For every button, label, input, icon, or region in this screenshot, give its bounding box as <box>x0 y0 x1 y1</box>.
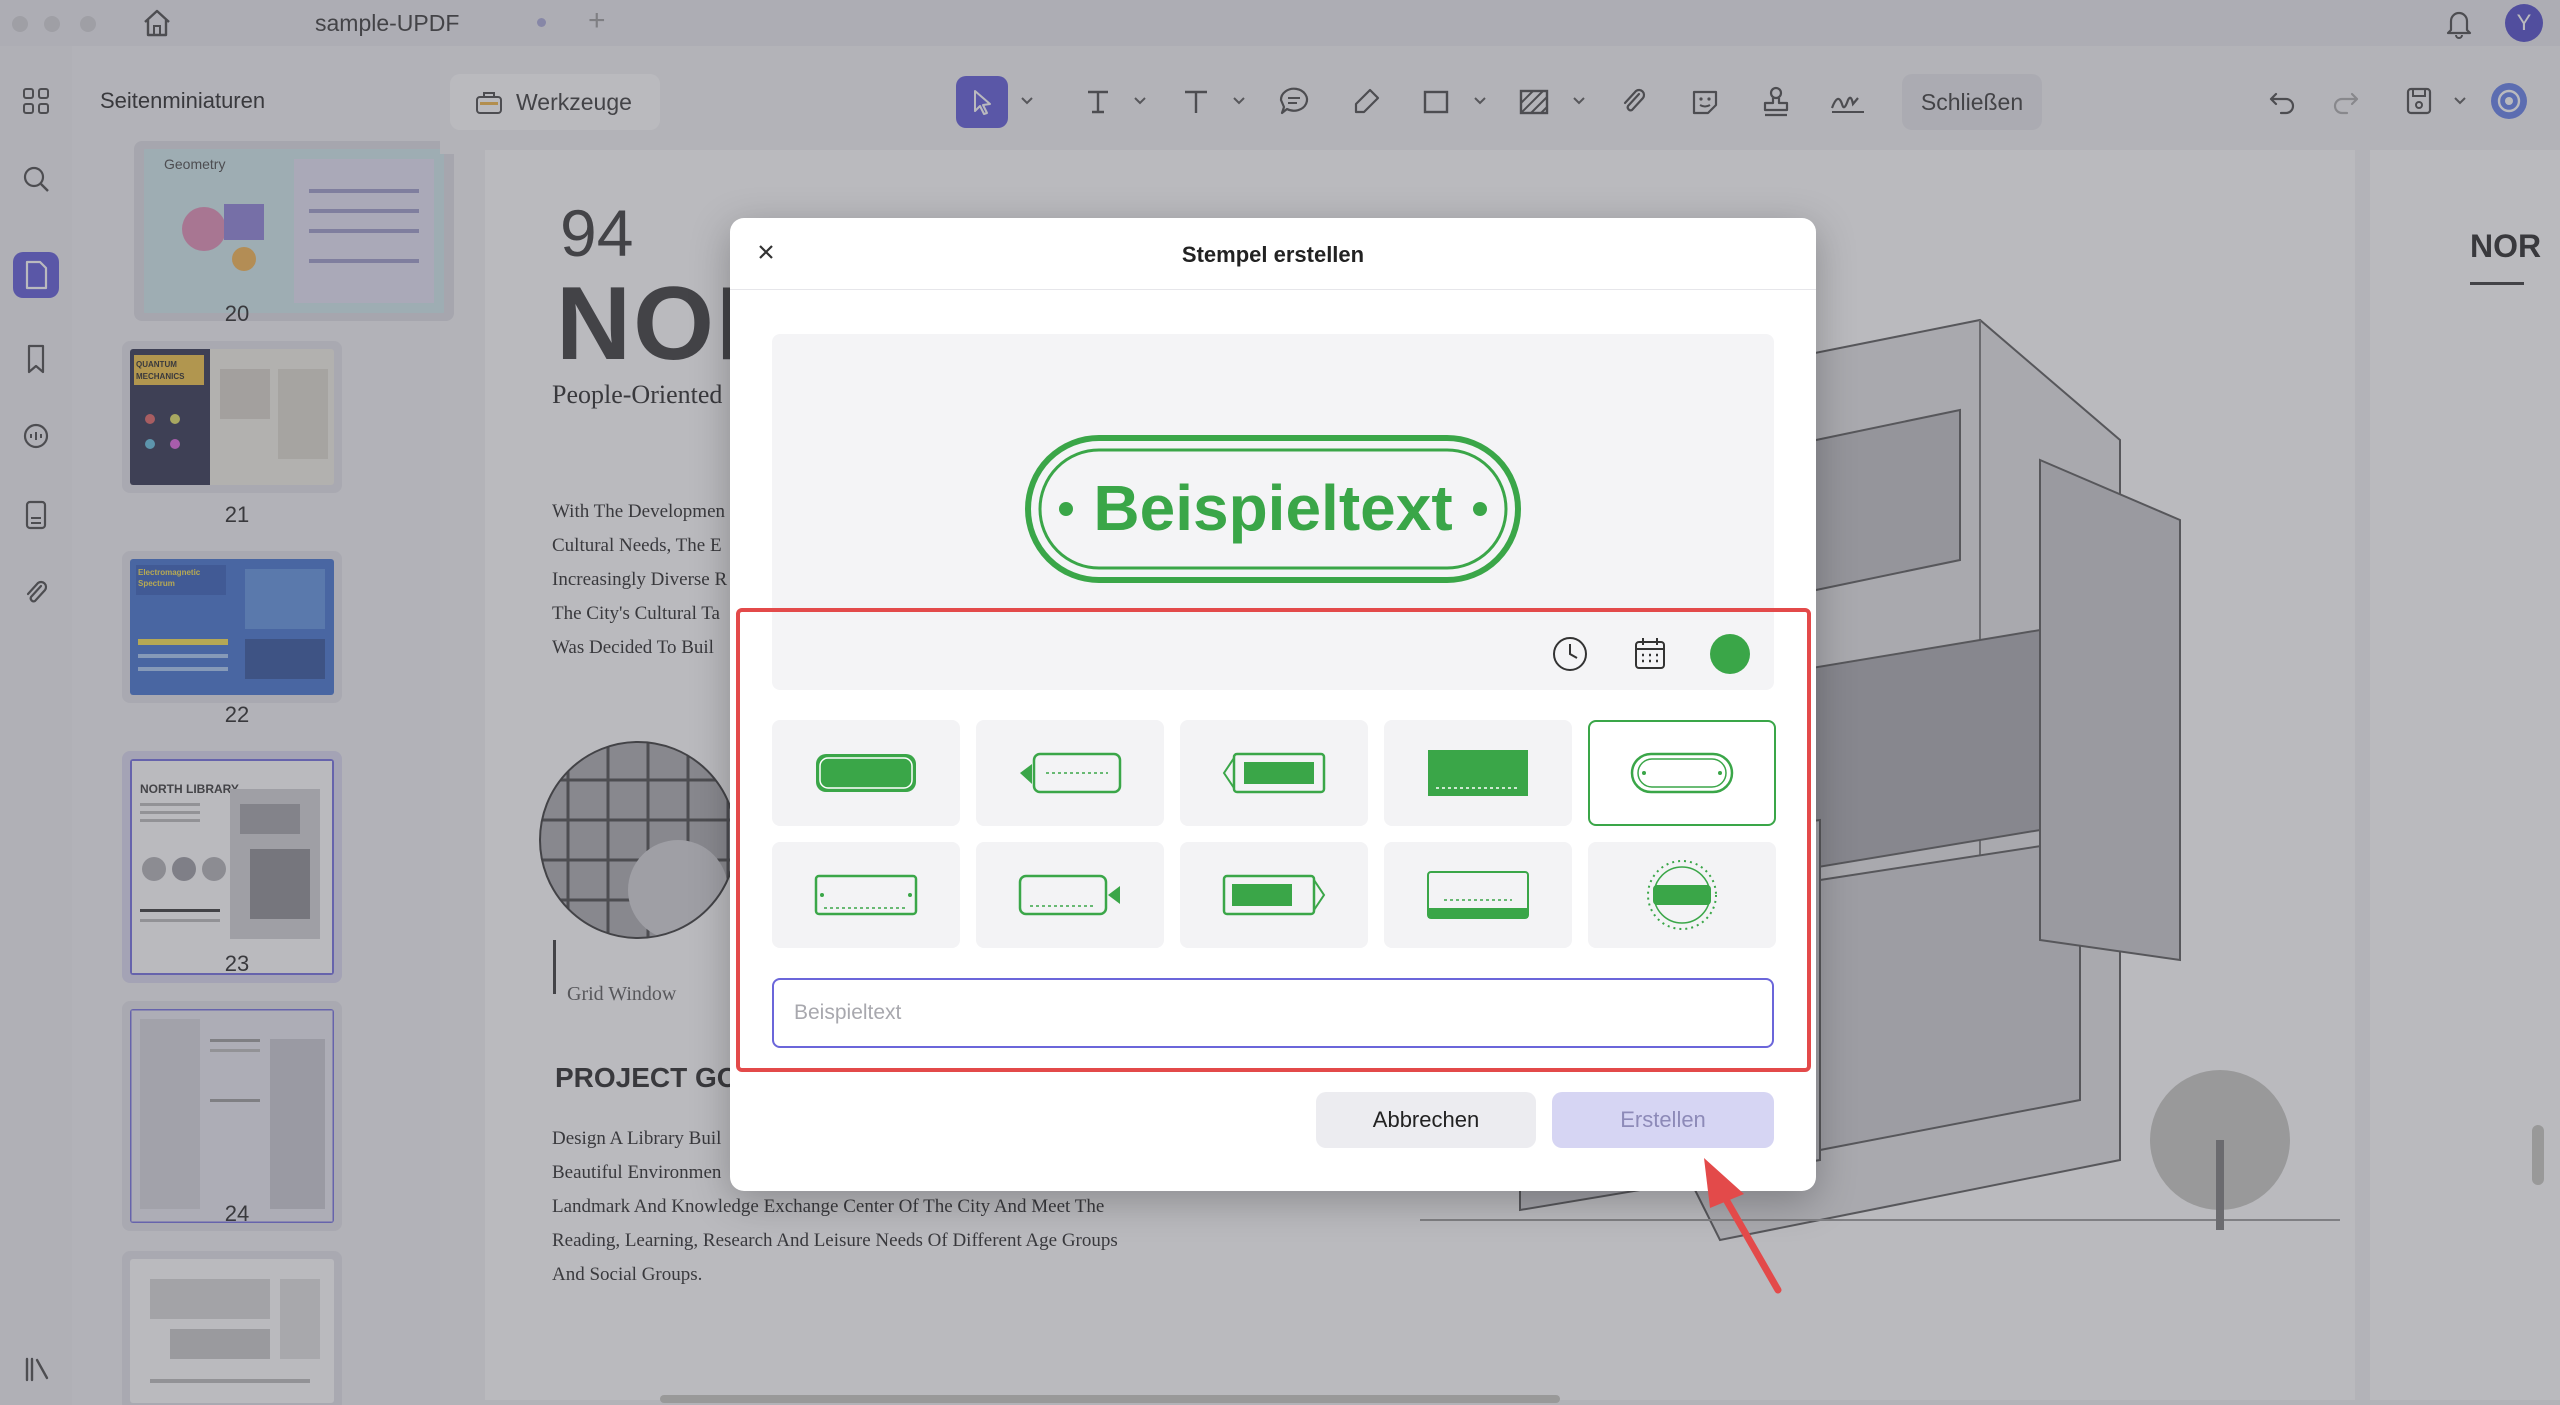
stamp-preview-text: Beispieltext <box>1093 472 1452 544</box>
calendar-icon[interactable] <box>1630 634 1670 674</box>
horizontal-scrollbar[interactable] <box>660 1395 1560 1403</box>
stamp-style-icon <box>1020 752 1122 794</box>
cancel-button[interactable]: Abbrechen <box>1316 1092 1536 1148</box>
dialog-header: Stempel erstellen <box>730 218 1816 290</box>
stamp-preview: Beispieltext <box>1025 435 1521 583</box>
stamp-style-icon <box>1647 860 1717 930</box>
vertical-scrollbar[interactable] <box>2532 1125 2544 1185</box>
stamp-preview-area: Beispieltext <box>772 334 1774 690</box>
create-button[interactable]: Erstellen <box>1552 1092 1774 1148</box>
stamp-style-icon <box>816 754 916 792</box>
stamp-style-4[interactable] <box>1384 720 1572 826</box>
stamp-style-9[interactable] <box>1384 842 1572 948</box>
stamp-style-icon <box>1630 752 1734 794</box>
stamp-style-icon <box>1427 871 1529 919</box>
dialog-title: Stempel erstellen <box>1181 242 1365 267</box>
stamp-style-icon <box>814 874 918 916</box>
stamp-style-10[interactable] <box>1588 842 1776 948</box>
stamp-style-6[interactable] <box>772 842 960 948</box>
stamp-text-input[interactable] <box>772 978 1774 1048</box>
stamp-style-icon <box>1018 874 1120 916</box>
stamp-style-7[interactable] <box>976 842 1164 948</box>
stamp-style-icon <box>1222 874 1326 916</box>
create-stamp-dialog: Stempel erstellen Beispieltext Beispielt… <box>730 218 1816 1191</box>
stamp-style-3[interactable] <box>1180 720 1368 826</box>
stamp-style-1[interactable] <box>772 720 960 826</box>
stamp-style-2[interactable] <box>976 720 1164 826</box>
stamp-options <box>1550 634 1750 674</box>
clock-icon[interactable] <box>1550 634 1590 674</box>
annotation-arrow <box>1704 1158 1782 1294</box>
stamp-style-icon <box>1222 752 1326 794</box>
stamp-style-8[interactable] <box>1180 842 1368 948</box>
color-swatch-green[interactable] <box>1710 634 1750 674</box>
stamp-style-5[interactable] <box>1588 720 1776 826</box>
stamp-style-icon <box>1428 750 1528 796</box>
